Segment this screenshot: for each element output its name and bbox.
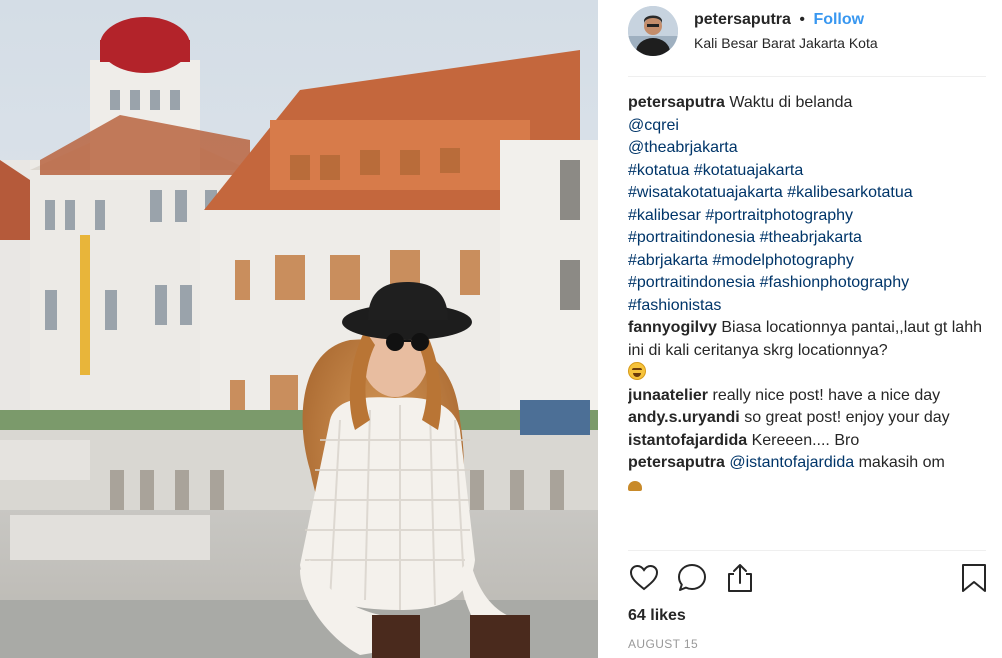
comment-item: junaatelier really nice post! have a nic…	[628, 385, 986, 408]
follow-button[interactable]: Follow	[813, 11, 864, 28]
header-username[interactable]: petersaputra	[694, 11, 791, 28]
comment-text: so great post! enjoy your day	[744, 409, 950, 426]
post-photo[interactable]	[0, 0, 598, 658]
post-header: petersaputra • Follow Kali Besar Barat J…	[628, 6, 988, 62]
caption-hashtags[interactable]: #kotatua #kotatuajakarta	[628, 160, 986, 183]
comment-mention[interactable]: @istantofajardida	[729, 454, 854, 471]
comment-username[interactable]: istantofajardida	[628, 432, 747, 449]
caption-hashtags[interactable]: #portraitindonesia #fashionphotography	[628, 272, 986, 295]
header-separator: •	[799, 11, 805, 28]
caption-text: Waktu di belanda	[729, 94, 853, 111]
caption-mention[interactable]: @cqrei	[628, 115, 986, 138]
comment-username[interactable]: fannyogilvy	[628, 319, 717, 336]
comment-item: petersaputra @istantofajardida makasih o…	[628, 452, 986, 497]
caption-hashtags[interactable]: #portraitindonesia #theabrjakarta	[628, 227, 986, 250]
caption-mention[interactable]: @theabrjakarta	[628, 137, 986, 160]
caption-hashtags[interactable]: #kalibesar #portraitphotography	[628, 205, 986, 228]
avatar[interactable]	[628, 6, 678, 56]
actions-divider	[628, 550, 986, 551]
comment-username[interactable]: andy.s.uryandi	[628, 409, 740, 426]
avatar-image	[628, 6, 678, 56]
bookmark-icon	[962, 564, 986, 592]
post-actions	[628, 560, 988, 600]
comment-text: Kereeen.... Bro	[751, 431, 860, 449]
caption-hashtags[interactable]: #fashionistas	[628, 295, 986, 318]
caption-hashtags[interactable]: #abrjakarta #modelphotography	[628, 250, 986, 273]
comment-text: really nice post! have a nice day	[712, 386, 941, 404]
speech-bubble-icon	[678, 564, 706, 591]
comment-username[interactable]: junaatelier	[628, 387, 708, 404]
header-divider	[628, 76, 986, 77]
location-link[interactable]: Kali Besar Barat Jakarta Kota	[694, 34, 878, 52]
likes-count[interactable]: 64 likes	[628, 606, 686, 626]
post-photo-art	[0, 0, 598, 658]
share-button[interactable]	[724, 562, 756, 596]
comments-list[interactable]: petersaputra Waktu di belanda @cqrei @th…	[628, 92, 986, 549]
like-button[interactable]	[628, 562, 660, 596]
comment-button[interactable]	[676, 562, 708, 596]
header-user-line: petersaputra • Follow	[694, 10, 864, 30]
comment-item: fannyogilvy Biasa locationnya pantai,,la…	[628, 317, 986, 385]
comment-text: makasih om	[858, 454, 945, 471]
heart-icon	[629, 564, 659, 591]
person-emoji-icon	[628, 480, 642, 491]
share-icon	[728, 564, 752, 592]
comment-item: istantofajardida Kereeen.... Bro	[628, 430, 986, 453]
post-details-panel: petersaputra • Follow Kali Besar Barat J…	[598, 0, 1002, 658]
caption-hashtags[interactable]: #wisatakotatuajakarta #kalibesarkotatua	[628, 182, 986, 205]
post-date[interactable]: AUGUST 15	[628, 637, 698, 651]
comment-username[interactable]: petersaputra	[628, 454, 725, 471]
caption-username[interactable]: petersaputra	[628, 94, 725, 111]
caption: petersaputra Waktu di belanda @cqrei @th…	[628, 92, 986, 317]
comment-item: andy.s.uryandi so great post! enjoy your…	[628, 407, 986, 430]
grinning-squinting-face-emoji-icon	[628, 362, 646, 380]
save-button[interactable]	[958, 562, 990, 596]
